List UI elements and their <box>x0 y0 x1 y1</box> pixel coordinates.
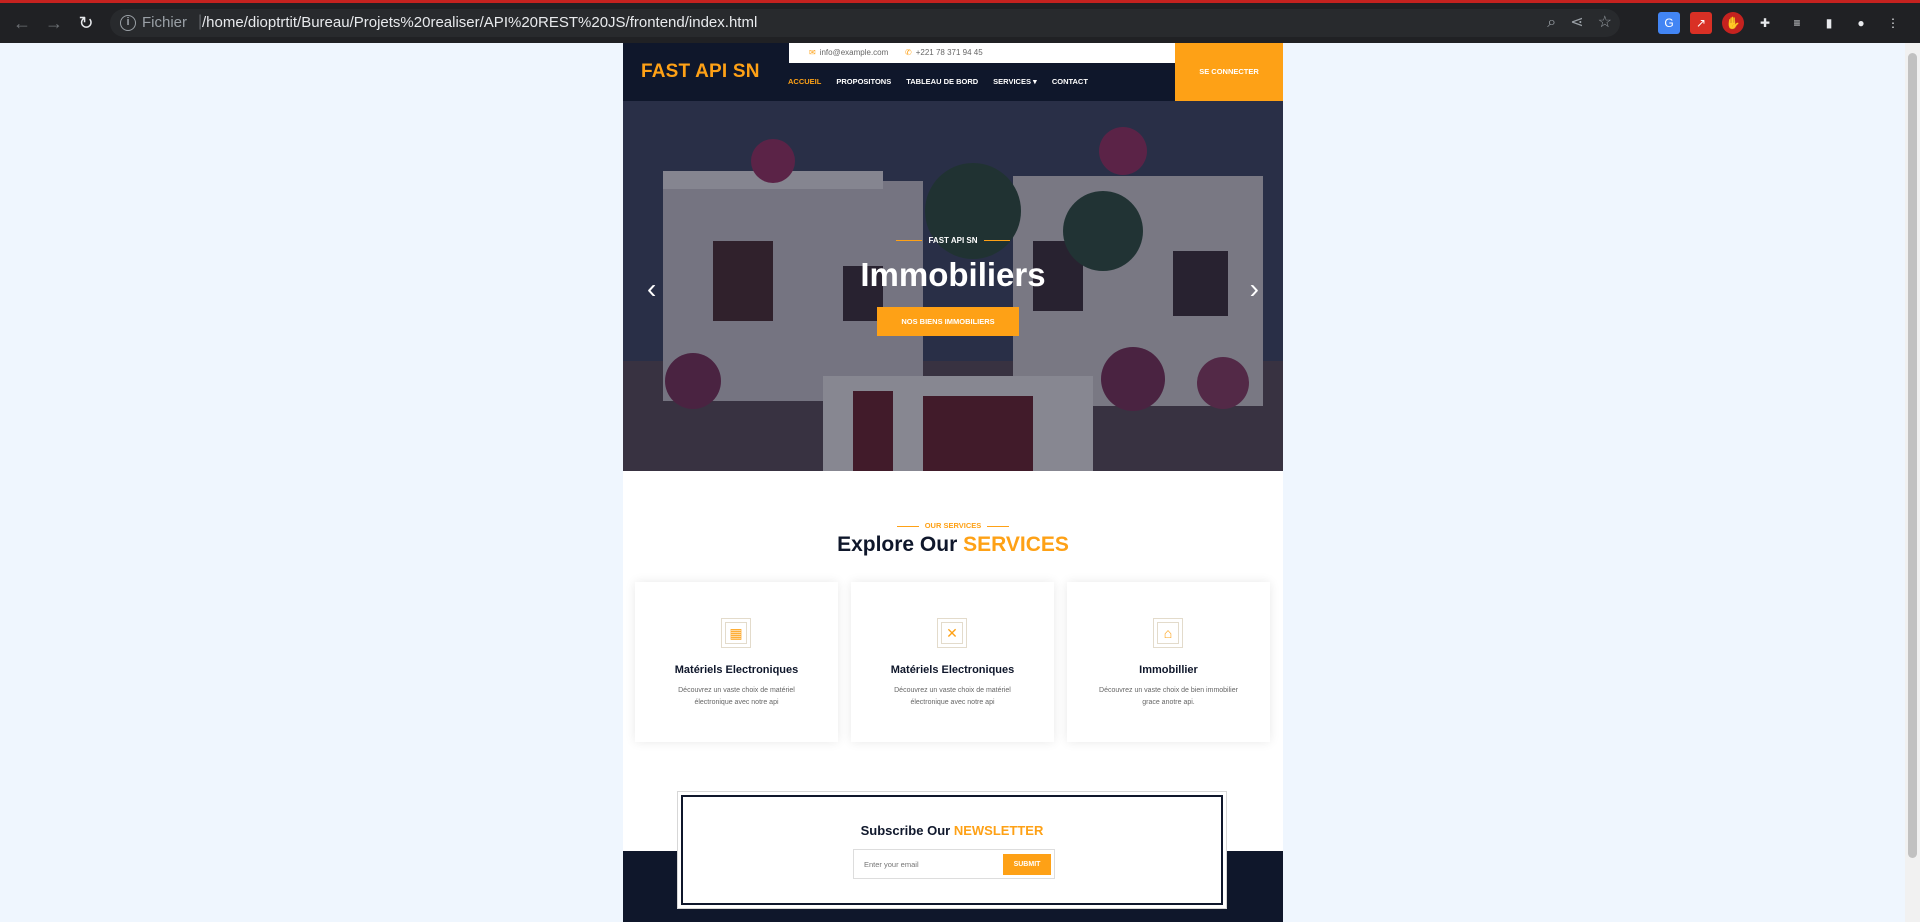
newsletter-title: Subscribe Our NEWSLETTER <box>683 823 1221 838</box>
phone-text: +221 78 371 94 45 <box>915 48 983 57</box>
envelope-icon: ✉ <box>809 48 816 57</box>
scrollbar-thumb[interactable] <box>1908 53 1917 858</box>
hero-cta-button[interactable]: NOS BIENS IMMOBILIERS <box>877 307 1019 336</box>
star-icon[interactable]: ☆ <box>1598 14 1612 32</box>
utensils-icon: ✕ <box>937 618 967 648</box>
nav-item-accueil[interactable]: ACCUEIL <box>788 77 821 86</box>
hero-subtitle: FAST API SN <box>623 236 1283 245</box>
services-tag-text: OUR SERVICES <box>924 521 982 530</box>
url-text[interactable]: /home/dioptrtit/Bureau/Projets%20realise… <box>202 14 757 31</box>
newsletter-form: SUBMIT <box>853 849 1055 879</box>
newsletter-email-input[interactable] <box>864 860 974 869</box>
kebab-menu-icon[interactable]: ⋮ <box>1882 12 1904 34</box>
reload-icon[interactable]: ↻ <box>74 11 98 35</box>
nav-item-propositions[interactable]: PROPOSITONS <box>836 77 891 86</box>
services-tag: OUR SERVICES <box>623 521 1283 530</box>
hand-extension-icon[interactable]: ✋ <box>1722 12 1744 34</box>
newsletter-title-plain: Subscribe Our <box>860 823 951 838</box>
carousel-prev-icon[interactable]: ‹ <box>647 274 656 304</box>
nav-menu: ACCUEIL PROPOSITONS TABLEAU DE BORD SERV… <box>788 77 1088 86</box>
newsletter-submit-button[interactable]: SUBMIT <box>1003 854 1051 875</box>
phone-icon: ✆ <box>905 48 912 57</box>
extensions-bar: G ↗ ✋ ✚ ≡ ▮ ● ⋮ <box>1658 12 1904 34</box>
share-icon[interactable]: ⋖ <box>1570 14 1583 32</box>
puzzle-icon[interactable]: ✚ <box>1754 12 1776 34</box>
nav-item-services[interactable]: SERVICES ▾ <box>993 77 1037 86</box>
hero-subtitle-text: FAST API SN <box>928 236 978 245</box>
zoom-icon[interactable]: ⌕ <box>1547 14 1556 32</box>
page-scrollbar[interactable] <box>1905 43 1920 922</box>
contact-phone[interactable]: ✆ +221 78 371 94 45 <box>905 48 983 57</box>
service-card-title: Immobillier <box>1139 664 1198 676</box>
service-card-text: Découvrez un vaste choix de matériel éle… <box>678 687 795 706</box>
address-bar-actions: ⌕ ⋖ ☆ <box>1547 14 1612 32</box>
newsletter-box: Subscribe Our NEWSLETTER SUBMIT <box>677 791 1227 909</box>
contact-email[interactable]: ✉ info@example.com <box>809 48 888 57</box>
bank-icon: ⌂ <box>1153 618 1183 648</box>
browser-toolbar: ← → ↻ i Fichier | /home/dioptrtit/Bureau… <box>0 0 1920 43</box>
webpage: ✉info@example.com ✆+221 78 371 94 45 f t… <box>623 43 1283 922</box>
brand-logo[interactable]: FAST API SN <box>641 61 760 83</box>
profile-icon[interactable]: ● <box>1850 12 1872 34</box>
service-card-text: Découvrez un vaste choix de bien immobil… <box>1099 687 1238 706</box>
service-card[interactable]: ✕ Matériels Electroniques Découvrez un v… <box>851 582 1054 742</box>
services-title-accent: SERVICES <box>963 533 1069 556</box>
services-title: Explore Our SERVICES <box>623 533 1283 557</box>
hero-title: Immobiliers <box>860 256 1046 293</box>
service-card-text: Découvrez un vaste choix de matériel éle… <box>894 687 1011 706</box>
google-translate-icon[interactable]: G <box>1658 12 1680 34</box>
email-text: info@example.com <box>819 48 889 57</box>
service-card[interactable]: ⌂ Immobillier Découvrez un vaste choix d… <box>1067 582 1270 742</box>
sidebar-icon[interactable]: ▮ <box>1818 12 1840 34</box>
hotel-icon: ▦ <box>721 618 751 648</box>
newsletter-inner: Subscribe Our NEWSLETTER SUBMIT <box>681 795 1223 905</box>
service-card-title: Matériels Electroniques <box>674 664 799 676</box>
hero-carousel: FAST API SN Immobiliers NOS BIENS IMMOBI… <box>623 101 1283 471</box>
url-scheme-label: Fichier <box>142 14 188 31</box>
service-card-title: Matériels Electroniques <box>890 664 1015 676</box>
nav-item-contact[interactable]: CONTACT <box>1052 77 1088 86</box>
arrow-extension-icon[interactable]: ↗ <box>1690 12 1712 34</box>
login-button[interactable]: SE CONNECTER <box>1175 43 1283 101</box>
newsletter-title-accent: NEWSLETTER <box>953 823 1044 838</box>
nav-item-dashboard[interactable]: TABLEAU DE BORD <box>906 77 978 86</box>
carousel-next-icon[interactable]: › <box>1250 274 1259 304</box>
media-icon[interactable]: ≡ <box>1786 12 1808 34</box>
info-icon[interactable]: i <box>120 15 136 31</box>
address-bar[interactable]: i Fichier | /home/dioptrtit/Bureau/Proje… <box>110 9 1620 37</box>
navbar: FAST API SN ACCUEIL PROPOSITONS TABLEAU … <box>623 43 1283 101</box>
service-card[interactable]: ▦ Matériels Electroniques Découvrez un v… <box>635 582 838 742</box>
services-title-plain: Explore Our <box>837 533 958 556</box>
forward-arrow-icon[interactable]: → <box>42 11 66 35</box>
back-arrow-icon[interactable]: ← <box>10 11 34 35</box>
